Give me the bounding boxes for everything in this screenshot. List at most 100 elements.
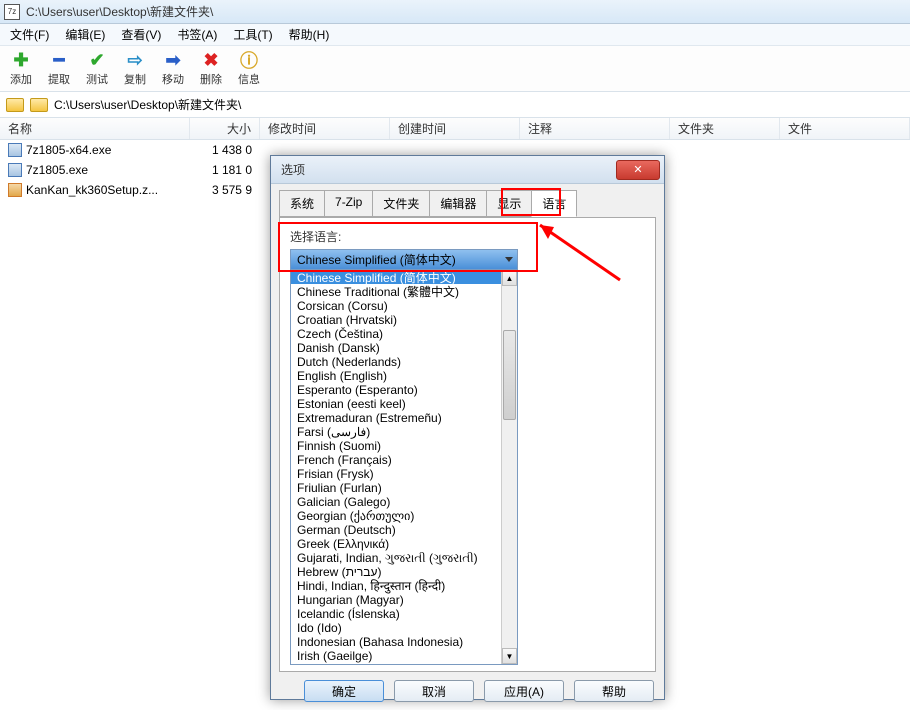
- path-input[interactable]: [54, 98, 904, 112]
- language-option[interactable]: Extremaduran (Estremeñu): [291, 410, 517, 424]
- tab-folders[interactable]: 文件夹: [372, 190, 430, 217]
- delete-button[interactable]: ✖ 删除: [196, 50, 226, 87]
- delete-label: 删除: [200, 71, 222, 87]
- test-button[interactable]: ✔ 测试: [82, 50, 112, 87]
- language-option[interactable]: Croatian (Hrvatski): [291, 312, 517, 326]
- language-option[interactable]: Hungarian (Magyar): [291, 592, 517, 606]
- test-label: 测试: [86, 71, 108, 87]
- language-option[interactable]: Indonesian (Bahasa Indonesia): [291, 634, 517, 648]
- language-dropdown-list[interactable]: Chinese Simplified (简体中文)Chinese Traditi…: [290, 270, 518, 665]
- move-button[interactable]: ➡ 移动: [158, 50, 188, 87]
- language-option[interactable]: Galician (Galego): [291, 494, 517, 508]
- info-icon: ⓘ: [239, 50, 259, 70]
- toolbar: ✚ 添加 ━ 提取 ✔ 测试 ⇨ 复制 ➡ 移动 ✖ 删除 ⓘ 信息: [0, 46, 910, 92]
- language-option[interactable]: Chinese Traditional (繁體中文): [291, 284, 517, 298]
- check-icon: ✔: [87, 50, 107, 70]
- menu-edit[interactable]: 编辑(E): [59, 24, 111, 45]
- language-option[interactable]: Greek (Ελληνικά): [291, 536, 517, 550]
- copy-button[interactable]: ⇨ 复制: [120, 50, 150, 87]
- language-option[interactable]: Gujarati, Indian, ગુજરાતી (ગુજરાતી): [291, 550, 517, 564]
- col-created[interactable]: 创建时间: [390, 118, 520, 139]
- window-titlebar: 7z C:\Users\user\Desktop\新建文件夹\: [0, 0, 910, 24]
- language-option[interactable]: Estonian (eesti keel): [291, 396, 517, 410]
- scroll-up-icon[interactable]: ▲: [502, 270, 517, 286]
- col-modified[interactable]: 修改时间: [260, 118, 390, 139]
- language-option[interactable]: Finnish (Suomi): [291, 438, 517, 452]
- help-button[interactable]: 帮助: [574, 680, 654, 702]
- add-button[interactable]: ✚ 添加: [6, 50, 36, 87]
- tab-language[interactable]: 语言: [531, 190, 577, 217]
- move-label: 移动: [162, 71, 184, 87]
- language-option[interactable]: Dutch (Nederlands): [291, 354, 517, 368]
- language-option[interactable]: Esperanto (Esperanto): [291, 382, 517, 396]
- language-option[interactable]: Chinese Simplified (简体中文): [291, 270, 517, 284]
- file-name: 7z1805.exe: [26, 163, 88, 177]
- tab-editor[interactable]: 编辑器: [429, 190, 487, 217]
- menu-help[interactable]: 帮助(H): [283, 24, 336, 45]
- chevron-down-icon: [505, 257, 513, 262]
- extract-label: 提取: [48, 71, 70, 87]
- language-combo[interactable]: Chinese Simplified (简体中文): [290, 249, 518, 270]
- language-option[interactable]: Irish (Gaeilge): [291, 648, 517, 662]
- up-folder-icon[interactable]: [6, 98, 24, 112]
- combo-selected-text: Chinese Simplified (简体中文): [297, 251, 456, 268]
- col-name[interactable]: 名称: [0, 118, 190, 139]
- menu-view[interactable]: 查看(V): [115, 24, 167, 45]
- tab-display[interactable]: 显示: [486, 190, 532, 217]
- col-size[interactable]: 大小: [190, 118, 260, 139]
- col-file[interactable]: 文件: [780, 118, 910, 139]
- language-option[interactable]: Hebrew (עברית): [291, 564, 517, 578]
- close-button[interactable]: ✕: [616, 160, 660, 180]
- dialog-title: 选项: [281, 161, 305, 178]
- file-name: KanKan_kk360Setup.z...: [26, 183, 158, 197]
- ok-button[interactable]: 确定: [304, 680, 384, 702]
- info-label: 信息: [238, 71, 260, 87]
- language-option[interactable]: Czech (Čeština): [291, 326, 517, 340]
- language-option[interactable]: French (Français): [291, 452, 517, 466]
- scroll-thumb[interactable]: [503, 330, 516, 420]
- app-icon: 7z: [4, 4, 20, 20]
- scrollbar[interactable]: ▲ ▼: [501, 270, 517, 664]
- add-label: 添加: [10, 71, 32, 87]
- language-option[interactable]: German (Deutsch): [291, 522, 517, 536]
- copy-label: 复制: [124, 71, 146, 87]
- language-option[interactable]: Friulian (Furlan): [291, 480, 517, 494]
- minus-icon: ━: [49, 50, 69, 70]
- options-dialog: 选项 ✕ 系统 7-Zip 文件夹 编辑器 显示 语言 选择语言: Chines…: [270, 155, 665, 700]
- col-comment[interactable]: 注释: [520, 118, 670, 139]
- menu-file[interactable]: 文件(F): [4, 24, 55, 45]
- dialog-buttons: 确定 取消 应用(A) 帮助: [271, 672, 664, 710]
- apply-button[interactable]: 应用(A): [484, 680, 564, 702]
- language-option[interactable]: Frisian (Frysk): [291, 466, 517, 480]
- delete-icon: ✖: [201, 50, 221, 70]
- file-size: 1 438 0: [190, 143, 260, 157]
- language-option[interactable]: Corsican (Corsu): [291, 298, 517, 312]
- language-option[interactable]: Danish (Dansk): [291, 340, 517, 354]
- language-option[interactable]: Icelandic (Íslenska): [291, 606, 517, 620]
- language-option[interactable]: Italian (Italiano): [291, 662, 517, 665]
- plus-icon: ✚: [11, 50, 31, 70]
- dialog-tabs: 系统 7-Zip 文件夹 编辑器 显示 语言: [271, 184, 664, 217]
- language-option[interactable]: Hindi, Indian, हिन्दुस्तान (हिन्दी): [291, 578, 517, 592]
- file-icon: [8, 183, 22, 197]
- move-icon: ➡: [163, 50, 183, 70]
- language-option[interactable]: Ido (Ido): [291, 620, 517, 634]
- info-button[interactable]: ⓘ 信息: [234, 50, 264, 87]
- cancel-button[interactable]: 取消: [394, 680, 474, 702]
- dialog-body: 选择语言: Chinese Simplified (简体中文) Chinese …: [279, 217, 656, 672]
- window-title: C:\Users\user\Desktop\新建文件夹\: [26, 3, 213, 20]
- menu-bookmark[interactable]: 书签(A): [171, 24, 223, 45]
- extract-button[interactable]: ━ 提取: [44, 50, 74, 87]
- col-folder[interactable]: 文件夹: [670, 118, 780, 139]
- language-option[interactable]: Georgian (ქართული): [291, 508, 517, 522]
- tab-7zip[interactable]: 7-Zip: [324, 190, 373, 217]
- pathbar: [0, 92, 910, 118]
- tab-system[interactable]: 系统: [279, 190, 325, 217]
- language-option[interactable]: Farsi (فارسی): [291, 424, 517, 438]
- file-size: 1 181 0: [190, 163, 260, 177]
- language-option[interactable]: English (English): [291, 368, 517, 382]
- file-size: 3 575 9: [190, 183, 260, 197]
- scroll-down-icon[interactable]: ▼: [502, 648, 517, 664]
- copy-icon: ⇨: [125, 50, 145, 70]
- menu-tools[interactable]: 工具(T): [227, 24, 278, 45]
